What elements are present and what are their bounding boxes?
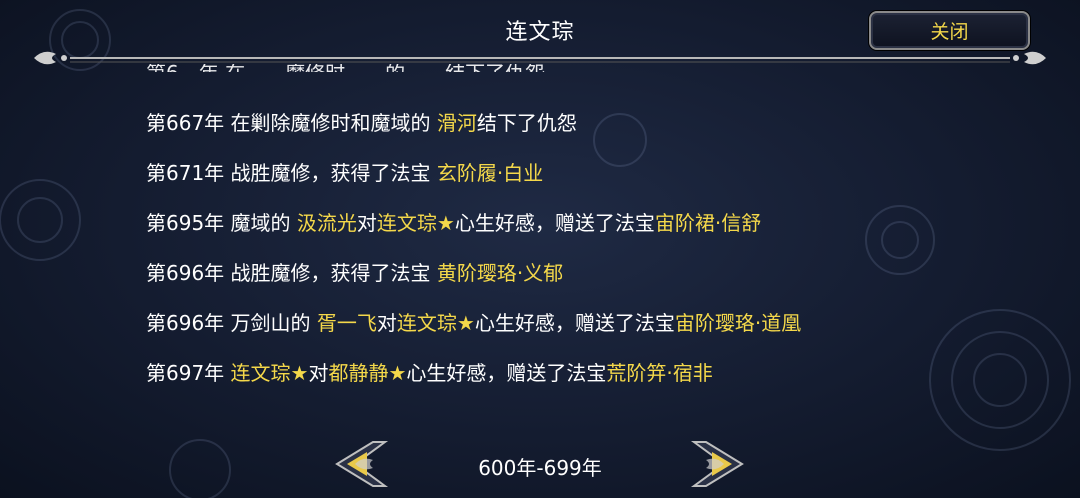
log-entry-text: 魔域的 <box>224 211 297 235</box>
log-entry: 第697年 连文琮★对都静静★心生好感，赠送了法宝荒阶笄·宿非 <box>146 360 713 386</box>
log-entry-text: 心生好感，赠送了法宝 <box>474 311 675 335</box>
highlighted-name: 黄阶璎珞·义郁 <box>436 261 564 285</box>
highlighted-name: 荒阶笄·宿非 <box>606 361 713 385</box>
log-entry-text: 对 <box>376 311 397 335</box>
log-entry-year: 第697年 <box>146 361 225 385</box>
highlighted-name: 滑河 <box>436 111 477 135</box>
log-entry: 第671年 战胜魔修，获得了法宝 玄阶履·白业 <box>146 160 543 186</box>
next-page-button[interactable] <box>690 438 746 490</box>
highlighted-name: 胥一飞 <box>316 311 377 335</box>
log-entry-partial: 第6…年 在……魔修时……的……结下了仇怨 <box>146 64 546 85</box>
highlighted-name: 连文琮★ <box>230 361 309 385</box>
log-entry-text: 心生好感，赠送了法宝 <box>454 211 655 235</box>
log-entry-year: 第696年 <box>146 311 225 335</box>
highlighted-name: 宙阶璎珞·道凰 <box>674 311 802 335</box>
close-button[interactable]: 关闭 <box>869 11 1030 50</box>
highlighted-name: 宙阶裙·信舒 <box>654 211 762 235</box>
log-entry: 第695年 魔域的 汲流光对连文琮★心生好感，赠送了法宝宙阶裙·信舒 <box>146 210 761 236</box>
log-entry-year: 第671年 <box>146 161 225 185</box>
highlighted-name: 连文琮★ <box>376 211 455 235</box>
log-entry-text: 对 <box>356 211 377 235</box>
highlighted-name: 玄阶履·白业 <box>436 161 544 185</box>
log-entry-year: 第696年 <box>146 261 225 285</box>
log-entry-text: 在剿除魔修时和魔域的 <box>224 111 437 135</box>
highlighted-name: 汲流光 <box>296 211 357 235</box>
log-entry-text: 战胜魔修，获得了法宝 <box>224 261 437 285</box>
log-entry: 第696年 战胜魔修，获得了法宝 黄阶璎珞·义郁 <box>146 260 563 286</box>
highlighted-name: 都静静★ <box>328 361 407 385</box>
log-entry: 第667年 在剿除魔修时和魔域的 滑河结下了仇怨 <box>146 110 577 136</box>
log-entry-year: 第695年 <box>146 211 225 235</box>
log-entry-text: 心生好感，赠送了法宝 <box>406 361 607 385</box>
log-entry: 第696年 万剑山的 胥一飞对连文琮★心生好感，赠送了法宝宙阶璎珞·道凰 <box>146 310 801 336</box>
right-arrow-icon <box>690 441 744 487</box>
event-log[interactable]: 第6…年 在……魔修时……的……结下了仇怨 第667年 在剿除魔修时和魔域的 滑… <box>0 64 1080 404</box>
log-entry-text: 战胜魔修，获得了法宝 <box>224 161 437 185</box>
log-entry-text: 结下了仇怨 <box>476 111 577 135</box>
highlighted-name: 连文琮★ <box>396 311 475 335</box>
log-entry-text: 对 <box>308 361 329 385</box>
page-range-label: 600年-699年 <box>478 456 602 480</box>
log-entry-year: 第667年 <box>146 111 225 135</box>
log-entry-text: 万剑山的 <box>224 311 317 335</box>
